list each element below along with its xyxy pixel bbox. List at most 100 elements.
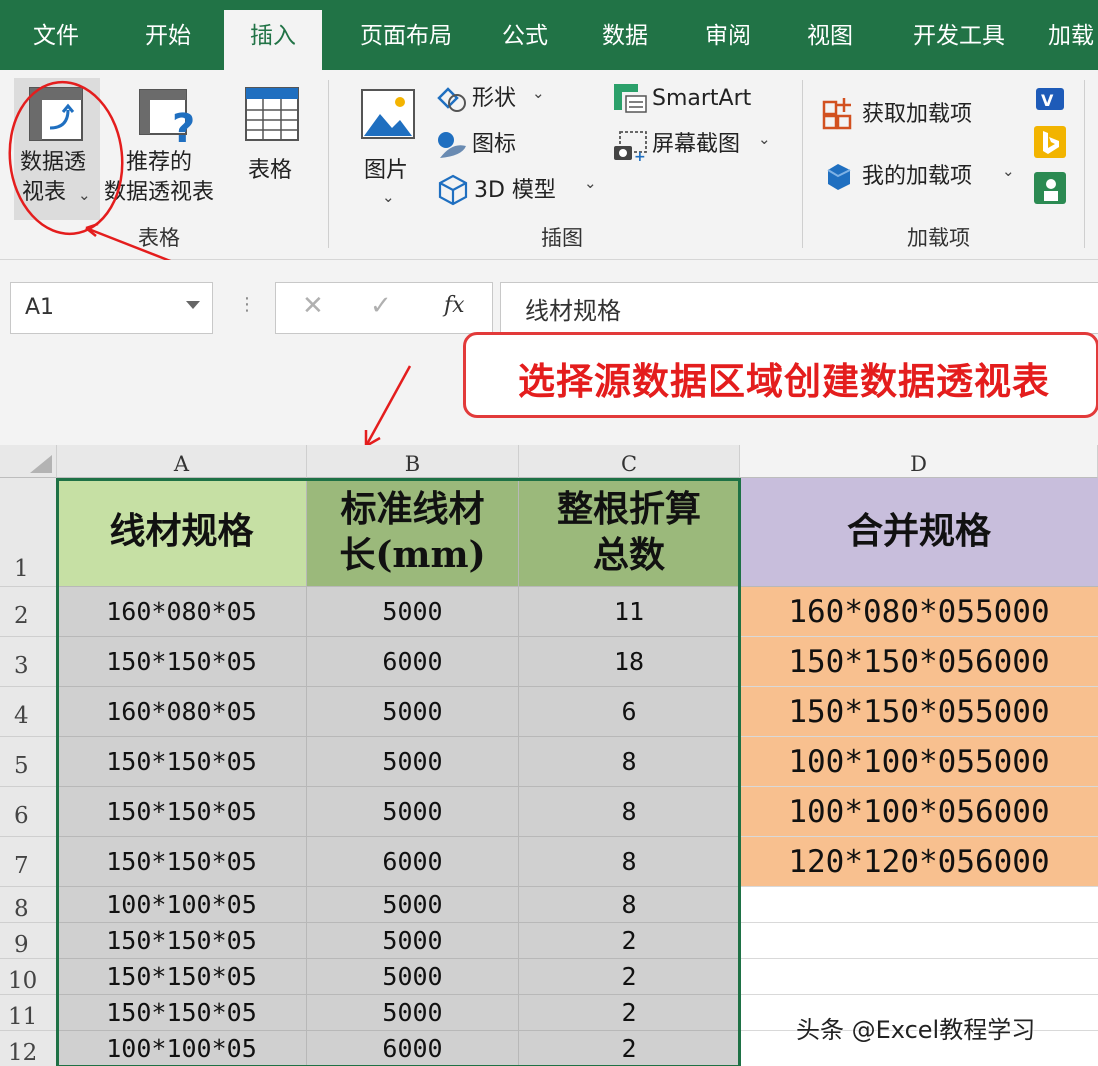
tab-formulas[interactable]: 公式 xyxy=(480,0,570,70)
visio-icon[interactable]: V xyxy=(1034,84,1066,114)
cell-a[interactable]: 150*150*05 xyxy=(57,737,307,787)
row-header[interactable]: 2 xyxy=(0,587,57,637)
cell-b[interactable]: 5000 xyxy=(307,887,519,923)
cell-a[interactable]: 150*150*05 xyxy=(57,959,307,995)
cell-b1-line2: 长(mm) xyxy=(339,534,486,576)
my-addins-button[interactable]: 我的加载项 xyxy=(862,162,972,192)
chevron-down-icon[interactable] xyxy=(186,301,200,309)
column-header-b[interactable]: B xyxy=(307,445,519,478)
cell-c[interactable]: 6 xyxy=(519,687,740,737)
cell-c[interactable]: 8 xyxy=(519,787,740,837)
formula-bar-resize-handle[interactable]: ⋮ xyxy=(238,294,256,315)
cell-c[interactable]: 2 xyxy=(519,1031,740,1066)
cell-b[interactable]: 5000 xyxy=(307,737,519,787)
column-header-d[interactable]: D xyxy=(740,445,1098,478)
worksheet-grid: A B C D 1 线材规格 标准线材 长(mm) 整根折算 总数 合并规格 2… xyxy=(0,445,1098,1066)
smartart-button[interactable]: SmartArt xyxy=(652,84,751,114)
cell-a[interactable]: 160*080*05 xyxy=(57,587,307,637)
shapes-button[interactable]: 形状 xyxy=(472,84,516,114)
tab-review[interactable]: 审阅 xyxy=(680,0,776,70)
cell-a[interactable]: 160*080*05 xyxy=(57,687,307,737)
tab-developer[interactable]: 开发工具 xyxy=(888,0,1030,70)
get-addins-button[interactable]: 获取加载项 xyxy=(862,100,972,130)
row-header[interactable]: 12 xyxy=(0,1031,57,1066)
row-header[interactable]: 9 xyxy=(0,923,57,959)
cell-d[interactable] xyxy=(740,959,1098,995)
cell-c[interactable]: 18 xyxy=(519,637,740,687)
insert-function-icon[interactable]: fx xyxy=(444,293,465,318)
column-header-c[interactable]: C xyxy=(519,445,740,478)
row-header[interactable]: 7 xyxy=(0,837,57,887)
cancel-icon[interactable]: ✕ xyxy=(302,291,324,321)
tab-data[interactable]: 数据 xyxy=(576,0,674,70)
cell-c[interactable]: 2 xyxy=(519,959,740,995)
cell-a[interactable]: 100*100*05 xyxy=(57,1031,307,1066)
tab-page-layout[interactable]: 页面布局 xyxy=(332,0,480,70)
cell-a1[interactable]: 线材规格 xyxy=(57,478,307,587)
cell-b[interactable]: 5000 xyxy=(307,923,519,959)
cell-c[interactable]: 2 xyxy=(519,923,740,959)
select-all-corner[interactable] xyxy=(0,445,57,478)
cell-a[interactable]: 150*150*05 xyxy=(57,837,307,887)
row-header[interactable]: 4 xyxy=(0,687,57,737)
cell-b[interactable]: 5000 xyxy=(307,995,519,1031)
cell-d[interactable] xyxy=(740,887,1098,923)
cell-b[interactable]: 5000 xyxy=(307,787,519,837)
tab-addins[interactable]: 加载 xyxy=(1048,0,1098,70)
cell-c[interactable]: 8 xyxy=(519,737,740,787)
row-header[interactable]: 3 xyxy=(0,637,57,687)
annotation-callout-text: 选择源数据区域创建数据透视表 xyxy=(518,360,1050,403)
group-separator xyxy=(1084,80,1085,248)
row-header[interactable]: 6 xyxy=(0,787,57,837)
formula-input[interactable]: 线材规格 xyxy=(500,282,1098,334)
cell-c1[interactable]: 整根折算 总数 xyxy=(519,478,740,587)
name-box-value: A1 xyxy=(25,295,55,320)
enter-icon[interactable]: ✓ xyxy=(370,291,392,321)
cell-a[interactable]: 150*150*05 xyxy=(57,995,307,1031)
row-header-1[interactable]: 1 xyxy=(0,478,57,587)
cell-a[interactable]: 100*100*05 xyxy=(57,887,307,923)
cell-c1-line1: 整根折算 xyxy=(556,488,701,530)
pictures-button[interactable]: 图片 ⌄ xyxy=(352,78,424,220)
cell-c1-line2: 总数 xyxy=(592,534,665,576)
cell-d[interactable]: 150*150*055000 xyxy=(740,687,1098,737)
cell-b[interactable]: 5000 xyxy=(307,587,519,637)
row-header[interactable]: 8 xyxy=(0,887,57,923)
cell-a[interactable]: 150*150*05 xyxy=(57,637,307,687)
svg-text:V: V xyxy=(1041,91,1054,110)
3d-model-button[interactable]: 3D 模型 xyxy=(474,176,556,206)
icons-button[interactable]: 图标 xyxy=(472,130,516,160)
cell-c[interactable]: 2 xyxy=(519,995,740,1031)
row-header[interactable]: 11 xyxy=(0,995,57,1031)
cell-c[interactable]: 11 xyxy=(519,587,740,637)
cell-b[interactable]: 6000 xyxy=(307,1031,519,1066)
row-header[interactable]: 5 xyxy=(0,737,57,787)
name-box[interactable]: A1 xyxy=(10,282,213,334)
cell-d[interactable]: 100*100*056000 xyxy=(740,787,1098,837)
annotation-circle xyxy=(8,80,179,266)
cell-a[interactable]: 150*150*05 xyxy=(57,787,307,837)
bing-icon[interactable] xyxy=(1034,126,1066,158)
cell-b[interactable]: 6000 xyxy=(307,837,519,887)
column-header-a[interactable]: A xyxy=(57,445,307,478)
cell-d[interactable]: 100*100*055000 xyxy=(740,737,1098,787)
cell-b1[interactable]: 标准线材 长(mm) xyxy=(307,478,519,587)
people-graph-icon[interactable] xyxy=(1034,172,1066,204)
cell-d[interactable] xyxy=(740,923,1098,959)
cell-b1-line1: 标准线材 xyxy=(340,488,485,530)
cell-b[interactable]: 5000 xyxy=(307,959,519,995)
get-addins-icon xyxy=(822,98,852,130)
cell-d[interactable]: 150*150*056000 xyxy=(740,637,1098,687)
cell-b[interactable]: 6000 xyxy=(307,637,519,687)
row-header[interactable]: 10 xyxy=(0,959,57,995)
cell-a[interactable]: 150*150*05 xyxy=(57,923,307,959)
cell-d[interactable]: 120*120*056000 xyxy=(740,837,1098,887)
cell-b[interactable]: 5000 xyxy=(307,687,519,737)
cell-c[interactable]: 8 xyxy=(519,887,740,923)
screenshot-button[interactable]: 屏幕截图 xyxy=(652,130,740,160)
select-all-icon xyxy=(30,455,52,473)
cell-d1[interactable]: 合并规格 xyxy=(740,478,1098,587)
cell-c[interactable]: 8 xyxy=(519,837,740,887)
tab-view[interactable]: 视图 xyxy=(782,0,878,70)
cell-d[interactable]: 160*080*055000 xyxy=(740,587,1098,637)
